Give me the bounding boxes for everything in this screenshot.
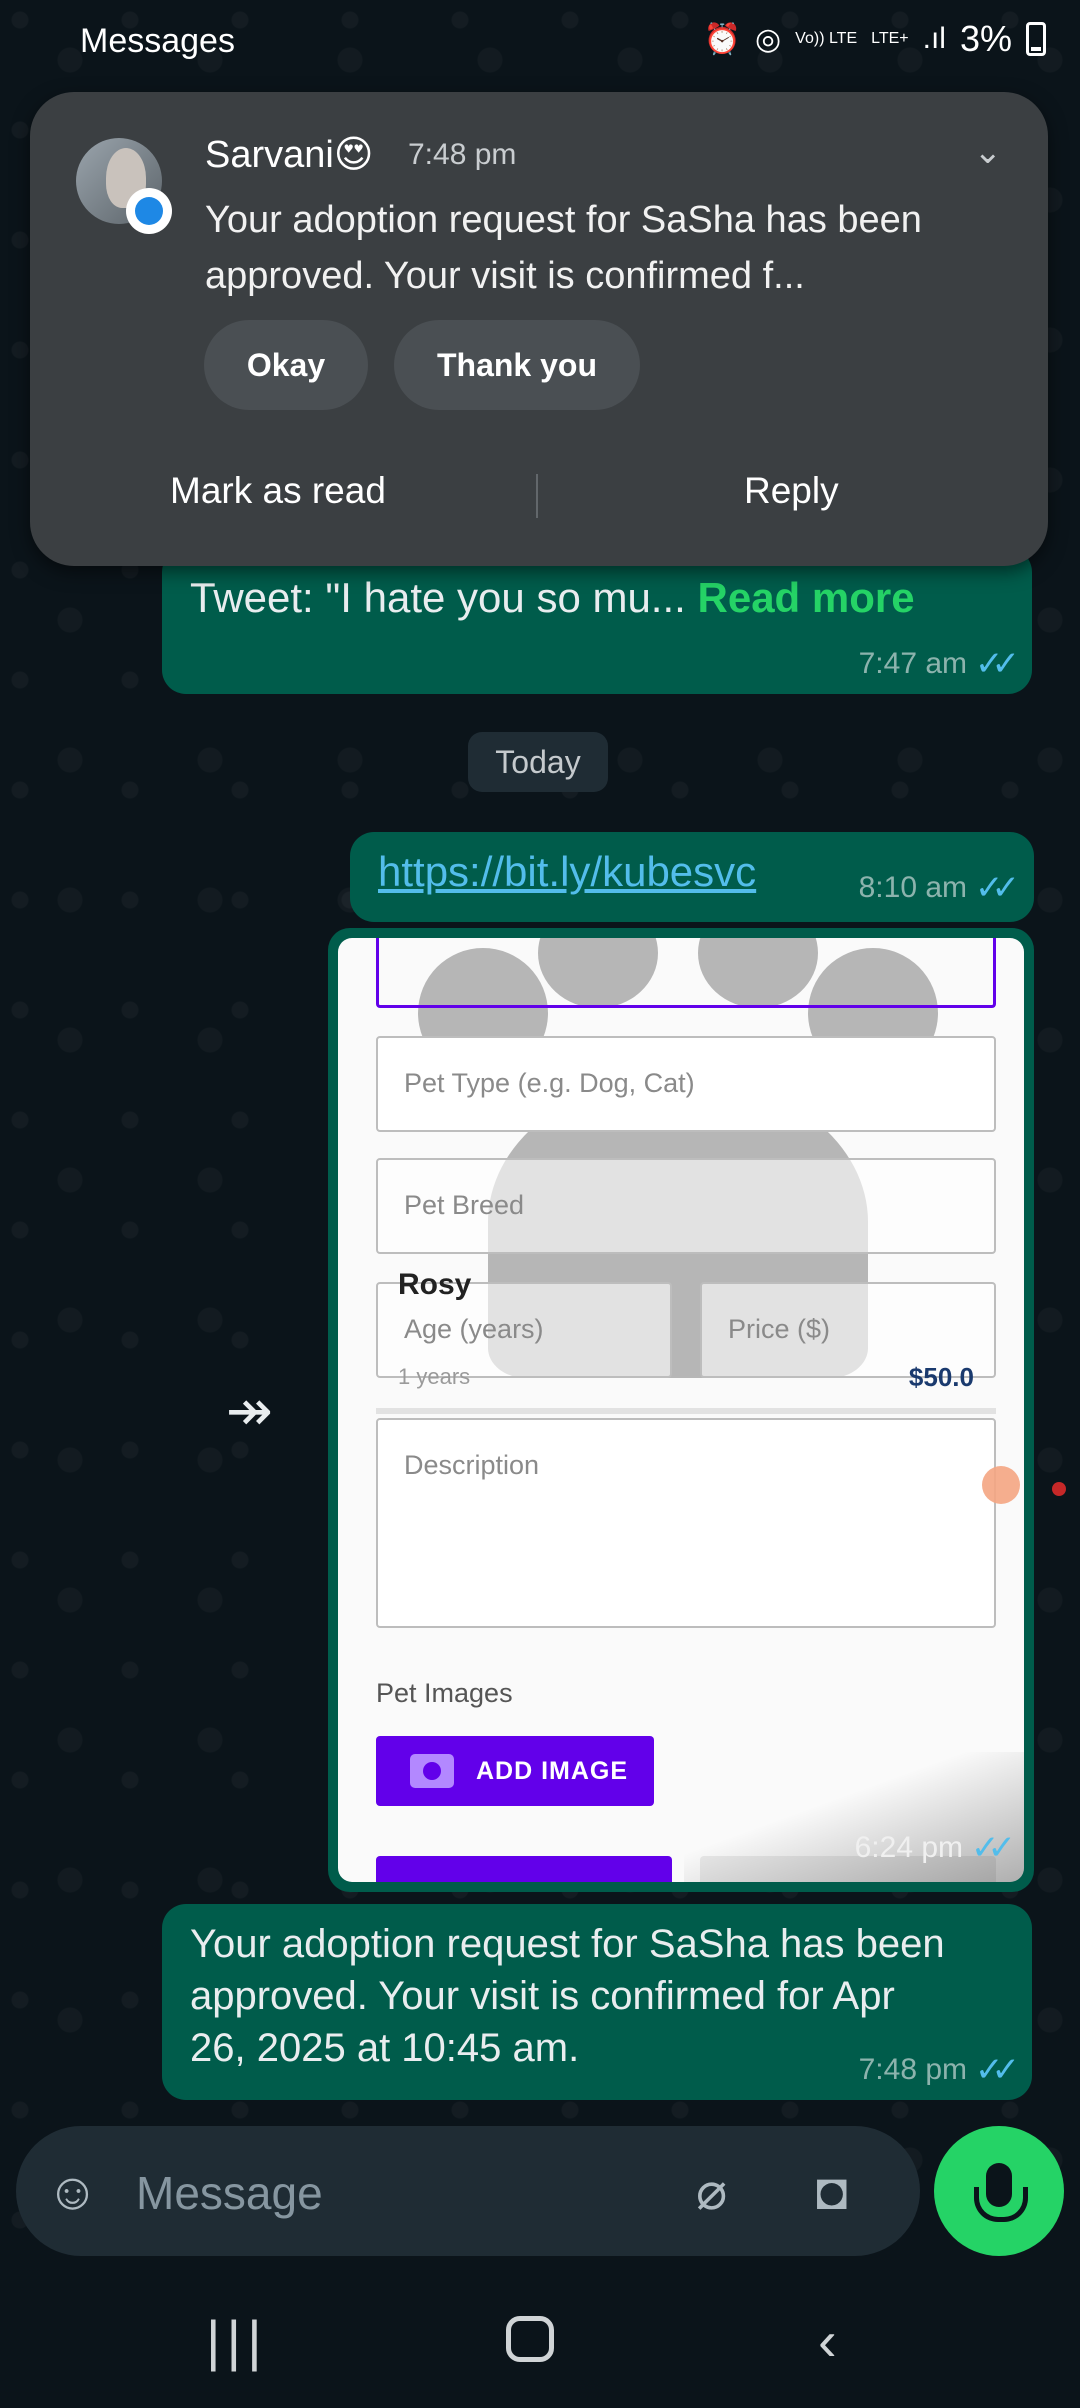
messages-app-badge-icon: [126, 188, 172, 234]
chevron-down-icon[interactable]: ⌄: [974, 132, 1003, 172]
notification-sender: Sarvani😍: [205, 134, 374, 176]
sticker-icon[interactable]: ☺: [46, 2162, 99, 2222]
message-time: 6:24 pm: [854, 1831, 964, 1864]
pet-images-label: Pet Images: [376, 1678, 513, 1708]
message-bubble-link[interactable]: https://bit.ly/kubesvc 8:10 am ✓✓: [350, 832, 1034, 922]
status-app-name: Messages: [80, 22, 235, 60]
date-divider: Today: [468, 732, 608, 792]
mark-as-read-button[interactable]: Mark as read: [170, 470, 386, 512]
message-time: 8:10 am: [858, 871, 968, 904]
message-input[interactable]: Message: [136, 2166, 323, 2220]
read-more-link[interactable]: Read more: [698, 574, 915, 621]
read-ticks-icon: ✓✓: [975, 2051, 1020, 2089]
battery-percent: 3%: [959, 18, 1012, 59]
read-ticks-icon: ✓✓: [975, 645, 1020, 683]
quick-reply-thank-you[interactable]: Thank you: [394, 320, 640, 410]
system-navigation-bar: ||| ‹: [0, 2270, 1080, 2408]
camera-icon[interactable]: ◘: [816, 2162, 847, 2222]
message-text: Tweet: "I hate you so mu...: [190, 574, 698, 621]
divider: [536, 474, 538, 518]
alarm-icon: ⏰: [703, 22, 741, 56]
attach-icon[interactable]: ⌀: [696, 2162, 727, 2222]
battery-icon: [1026, 22, 1046, 56]
read-ticks-icon: ✓✓: [975, 869, 1020, 907]
message-bubble-image[interactable]: Pet Type (e.g. Dog, Cat) Pet Breed Age (…: [328, 928, 1034, 1892]
pet-card-name: Rosy: [398, 1268, 472, 1301]
status-bar: Messages ⏰ ◎ Vo)) LTE LTE+ .ıl 3%: [0, 0, 1080, 84]
volte-icon: Vo)) LTE: [795, 30, 858, 47]
divider: [376, 1408, 996, 1414]
pet-type-field[interactable]: Pet Type (e.g. Dog, Cat): [376, 1036, 996, 1132]
quick-reply-okay[interactable]: Okay: [204, 320, 368, 410]
message-text: Your adoption request for SaSha has been…: [190, 1922, 945, 2070]
home-icon[interactable]: [506, 2316, 554, 2362]
save-button[interactable]: [376, 1856, 672, 1882]
recent-apps-icon[interactable]: |||: [206, 2308, 268, 2373]
form-screenshot-image[interactable]: Pet Type (e.g. Dog, Cat) Pet Breed Age (…: [338, 938, 1024, 1882]
description-field[interactable]: Description: [376, 1418, 996, 1628]
microphone-icon: [974, 2163, 1028, 2222]
message-time: 7:48 pm: [858, 2053, 968, 2086]
signal-icon: .ıl: [922, 22, 946, 55]
read-ticks-icon: ✓✓: [971, 1829, 1016, 1867]
floating-bubble-icon[interactable]: [982, 1466, 1020, 1504]
message-bubble-adoption[interactable]: Your adoption request for SaSha has been…: [162, 1904, 1032, 2100]
notification-body: Your adoption request for SaSha has been…: [205, 199, 922, 297]
pet-card-price: $50.0: [908, 1362, 974, 1392]
hotspot-icon: ◎: [754, 22, 782, 56]
message-bubble-tweet[interactable]: Tweet: "I hate you so mu... Read more 7:…: [162, 548, 1032, 694]
notification-time: 7:48 pm: [408, 138, 517, 171]
reply-button[interactable]: Reply: [744, 470, 839, 512]
forward-icon[interactable]: ↠: [226, 1378, 273, 1444]
voice-record-button[interactable]: [934, 2126, 1064, 2256]
message-input-bar[interactable]: ☺ Message ⌀ ◘: [16, 2126, 920, 2256]
indicator-dot: [1052, 1482, 1066, 1496]
lte-plus-icon: LTE+: [871, 30, 909, 47]
add-image-button[interactable]: ADD IMAGE: [376, 1736, 654, 1806]
message-notification[interactable]: Sarvani😍 7:48 pm ⌄ Your adoption request…: [30, 92, 1048, 566]
camera-icon: [410, 1754, 454, 1788]
back-icon[interactable]: ‹: [818, 2308, 837, 2373]
pet-card-age: 1 years: [398, 1364, 471, 1389]
focused-field[interactable]: [376, 938, 996, 1008]
pet-breed-field[interactable]: Pet Breed: [376, 1158, 996, 1254]
message-link[interactable]: https://bit.ly/kubesvc: [378, 848, 756, 896]
message-time: 7:47 am: [858, 647, 968, 680]
